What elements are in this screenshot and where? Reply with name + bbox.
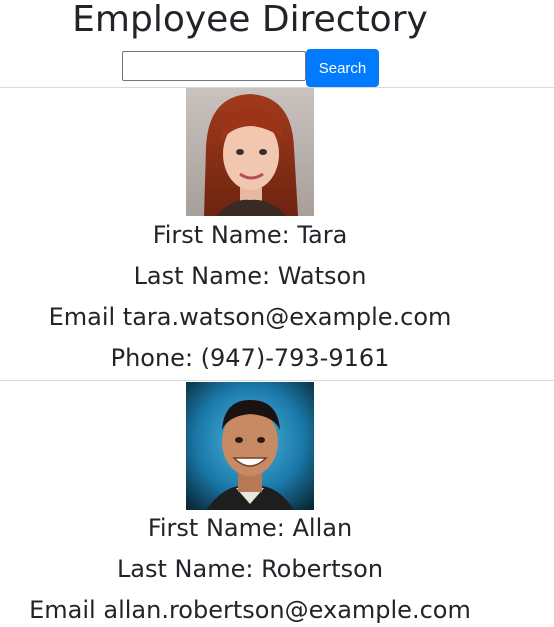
employee-photo bbox=[186, 382, 314, 510]
search-input[interactable] bbox=[122, 51, 306, 81]
employee-card: First Name: Allan Last Name: Robertson E… bbox=[0, 382, 500, 627]
divider bbox=[0, 380, 554, 381]
employee-last-name: Last Name: Watson bbox=[133, 262, 367, 290]
employee-photo-image bbox=[186, 88, 314, 216]
employee-email: Email tara.watson@example.com bbox=[48, 303, 452, 331]
employee-first-name: First Name: Allan bbox=[147, 514, 353, 542]
employee-directory-page: Employee Directory Search First Name: Ta… bbox=[0, 0, 554, 627]
employee-photo-image bbox=[186, 382, 314, 510]
employee-card: First Name: Tara Last Name: Watson Email… bbox=[0, 88, 500, 380]
employee-first-name: First Name: Tara bbox=[152, 221, 348, 249]
search-button[interactable]: Search bbox=[306, 49, 379, 87]
page-title: Employee Directory bbox=[72, 0, 428, 40]
employee-last-name: Last Name: Robertson bbox=[116, 555, 384, 583]
employee-phone: Phone: (947)-793-9161 bbox=[110, 344, 390, 372]
employee-photo bbox=[186, 88, 314, 216]
search-bar: Search bbox=[122, 49, 379, 87]
employee-email: Email allan.robertson@example.com bbox=[29, 596, 471, 624]
